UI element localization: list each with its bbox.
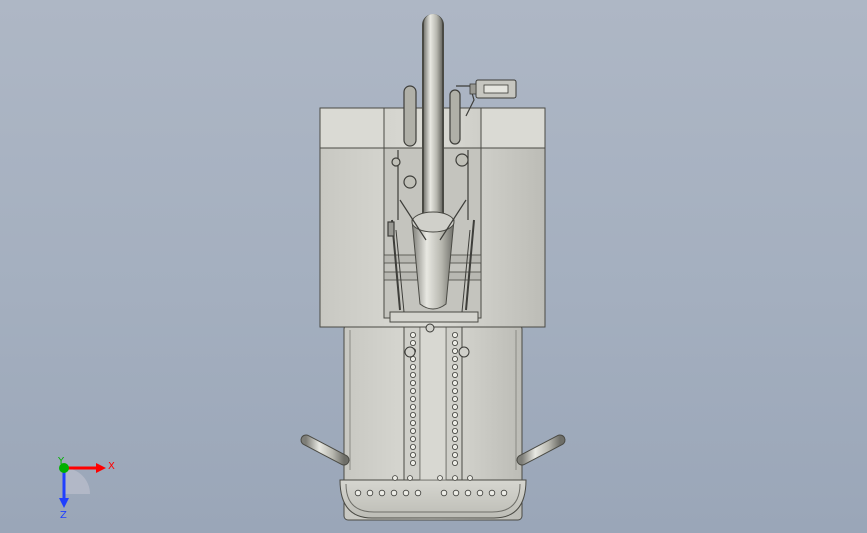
y-axis-label: Y xyxy=(57,456,65,467)
rail-hole xyxy=(409,379,416,386)
perforated-rails xyxy=(403,319,463,481)
rail-hole xyxy=(451,379,458,386)
rail-hole xyxy=(409,443,416,450)
rail-hole xyxy=(451,427,458,434)
outrigger-right xyxy=(516,434,566,466)
base-hole xyxy=(402,489,410,497)
rail-hole xyxy=(451,451,458,458)
base-hole xyxy=(476,489,484,497)
rail-hole xyxy=(409,395,416,402)
rail-hole xyxy=(451,435,458,442)
rail-hole xyxy=(409,435,416,442)
base-hole xyxy=(464,489,472,497)
rail-hole xyxy=(451,363,458,370)
rail-hole xyxy=(409,331,416,338)
rail-hole xyxy=(409,459,416,466)
rail-hole xyxy=(409,387,416,394)
base-hole xyxy=(452,475,458,481)
base-hole xyxy=(440,489,448,497)
base-hole xyxy=(366,489,374,497)
base-hole xyxy=(392,475,398,481)
rail-hole xyxy=(409,427,416,434)
x-axis-label: X xyxy=(108,461,115,472)
z-axis-label: Z xyxy=(60,510,67,521)
base-hole xyxy=(378,489,386,497)
rail-hole xyxy=(451,419,458,426)
base-hole xyxy=(488,489,496,497)
rail-hole xyxy=(451,443,458,450)
rail-hole xyxy=(409,363,416,370)
base-hole xyxy=(354,489,362,497)
rail-hole xyxy=(451,411,458,418)
rail-hole xyxy=(409,419,416,426)
equipment-frame-assembly-icon[interactable] xyxy=(0,0,867,533)
cad-viewport[interactable]: X Y Z xyxy=(0,0,867,533)
axis-triad-icon: X Y Z xyxy=(57,456,115,521)
base-hole xyxy=(390,489,398,497)
base-hole xyxy=(437,475,443,481)
rail-hole xyxy=(409,371,416,378)
rail-hole xyxy=(451,371,458,378)
base-hole xyxy=(414,489,422,497)
base-hole xyxy=(407,475,413,481)
rail-hole xyxy=(409,411,416,418)
rail-hole xyxy=(451,459,458,466)
outrigger-left xyxy=(300,434,350,466)
rail-hole xyxy=(451,347,458,354)
rail-hole xyxy=(451,403,458,410)
rail-hole xyxy=(451,339,458,346)
rail-hole xyxy=(451,387,458,394)
rail-hole xyxy=(409,451,416,458)
rail-hole xyxy=(451,355,458,362)
control-box xyxy=(469,79,517,99)
base-hole xyxy=(500,489,508,497)
base-hole xyxy=(467,475,473,481)
rail-hole xyxy=(451,331,458,338)
rail-hole xyxy=(409,403,416,410)
rail-hole xyxy=(451,395,458,402)
base-hole xyxy=(452,489,460,497)
rail-hole xyxy=(409,339,416,346)
